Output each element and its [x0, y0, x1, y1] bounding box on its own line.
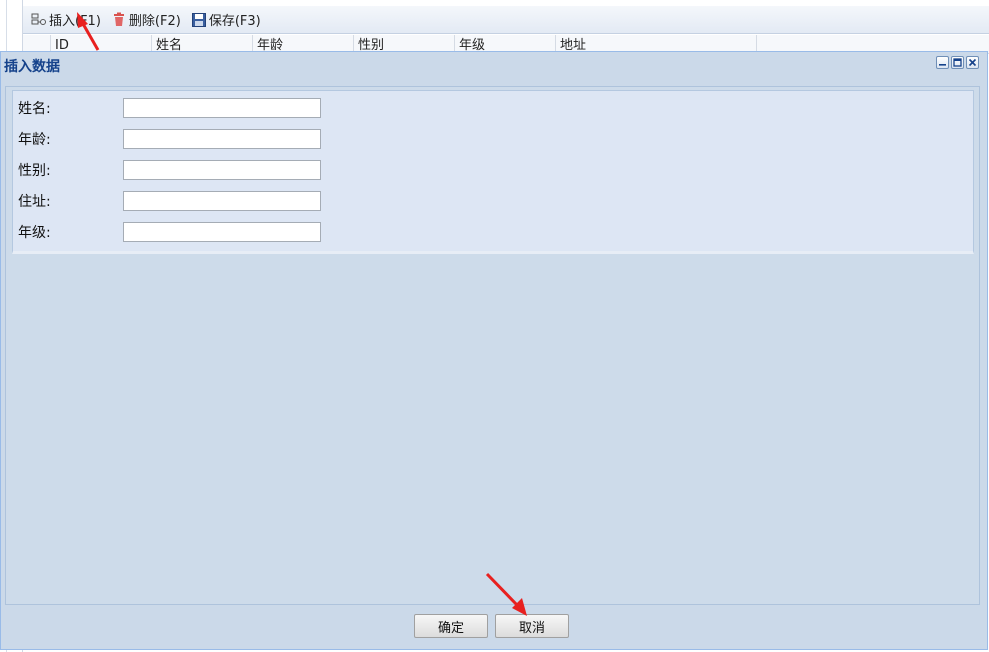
name-label: 姓名: [18, 101, 51, 117]
delete-button-label: 删除(F2) [128, 14, 181, 29]
ok-button[interactable]: 确定 [414, 614, 488, 638]
grade-label: 年级: [18, 225, 51, 241]
age-field[interactable] [123, 129, 321, 149]
insert-row-icon [31, 12, 47, 28]
grid-toolbar: 插入(F1) 删除(F2) 保存(F3) [23, 6, 989, 34]
form-row-gender: 性别: [18, 159, 321, 181]
minimize-icon[interactable] [936, 56, 949, 69]
name-field[interactable] [123, 98, 321, 118]
age-label: 年龄: [18, 132, 51, 148]
insert-button[interactable]: 插入(F1) [27, 9, 105, 31]
insert-button-label: 插入(F1) [49, 14, 101, 29]
form-panel: 姓名: 年龄: 性别: 住址: 年级: [12, 90, 974, 254]
delete-button[interactable]: 删除(F2) [107, 9, 185, 31]
form-row-grade: 年级: [18, 221, 321, 243]
address-label: 住址: [18, 194, 51, 210]
dialog-body: 姓名: 年龄: 性别: 住址: 年级: [5, 86, 980, 605]
insert-dialog: 插入数据 姓名: 年龄: 性别: 住址: 年级: 确定 取消 [0, 51, 988, 650]
address-field[interactable] [123, 191, 321, 211]
form-row-name: 姓名: [18, 97, 321, 119]
cancel-button[interactable]: 取消 [495, 614, 569, 638]
gender-label: 性别: [18, 163, 51, 179]
save-button-label: 保存(F3) [208, 14, 261, 29]
grade-field[interactable] [123, 222, 321, 242]
trash-icon [111, 12, 127, 28]
save-button[interactable]: 保存(F3) [187, 9, 265, 31]
form-row-address: 住址: [18, 190, 321, 212]
dialog-tools [936, 56, 979, 69]
dialog-title: 插入数据 [4, 59, 60, 75]
gender-field[interactable] [123, 160, 321, 180]
dialog-footer: 确定 取消 [1, 608, 987, 648]
close-icon[interactable] [966, 56, 979, 69]
maximize-icon[interactable] [951, 56, 964, 69]
floppy-disk-icon [191, 12, 207, 28]
form-row-age: 年龄: [18, 128, 321, 150]
